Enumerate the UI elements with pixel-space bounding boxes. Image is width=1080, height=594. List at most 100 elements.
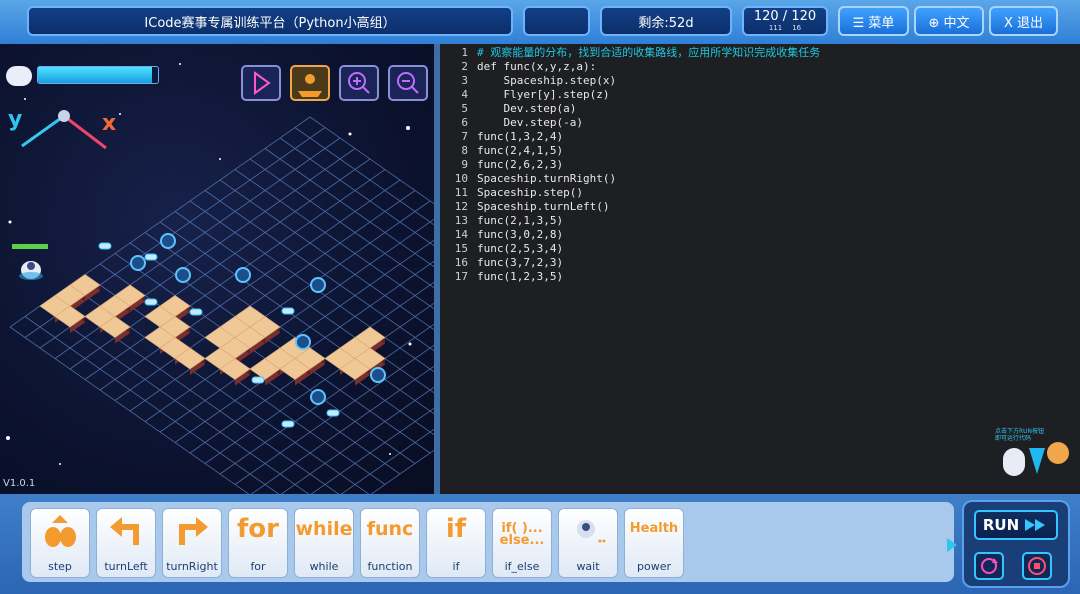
game-scene: y x V1.0.1: [0, 44, 434, 494]
block-icon: [31, 513, 89, 553]
line-number: 3: [461, 74, 468, 87]
energy-bar-fill: [38, 67, 152, 83]
line-number: 17: [454, 270, 468, 283]
energy-bar: [37, 66, 159, 84]
blank-panel: [523, 6, 590, 36]
energy-sub-b: 16: [792, 24, 802, 32]
line-number: 9: [461, 158, 468, 171]
block-step[interactable]: step: [30, 508, 90, 578]
code-editor[interactable]: 1 2 3 4 5 6 7 8 9 10 11 12 13 14 15 16 17 # 观察能量的分布，找到合适…: [440, 44, 1080, 494]
line-number: 10: [454, 172, 468, 185]
block-icon: [97, 513, 155, 553]
axis-y-label: y: [8, 107, 22, 132]
block-icon: for: [237, 514, 279, 544]
zoom-in-icon: [348, 72, 370, 94]
version-label: V1.0.1: [3, 478, 36, 489]
energy-gem: [175, 267, 191, 283]
block-label: function: [367, 560, 413, 573]
code-line[interactable]: func(3,7,2,3): [477, 256, 563, 270]
block-turnRight[interactable]: turnRight: [162, 508, 222, 578]
line-number: 8: [461, 144, 468, 157]
block-function[interactable]: func function: [360, 508, 420, 578]
exit-button[interactable]: X 退出: [989, 6, 1058, 36]
run-button[interactable]: RUN: [974, 510, 1058, 540]
energy-gem: [310, 389, 326, 405]
bottom-panel: step turnLeft turnRight for for while while fun…: [0, 494, 1080, 594]
flyer: [281, 420, 295, 428]
flyer: [326, 409, 340, 417]
arrow-down-icon: [1029, 448, 1045, 474]
block-for[interactable]: for for: [228, 508, 288, 578]
block-label: step: [48, 560, 72, 573]
line-number: 2: [461, 60, 468, 73]
code-line[interactable]: Spaceship.step(): [477, 186, 583, 200]
code-line[interactable]: func(1,3,2,4): [477, 130, 563, 144]
block-if-else[interactable]: if( )... else... if_else: [492, 508, 552, 578]
speed-button[interactable]: [241, 65, 281, 101]
energy-gem: [370, 367, 386, 383]
game-canvas: y x: [6, 63, 434, 494]
code-line[interactable]: Dev.step(a): [477, 102, 576, 116]
energy-gem: [310, 277, 326, 293]
block-if[interactable]: if if: [426, 508, 486, 578]
block-icon-secondary: else...: [499, 533, 545, 548]
block-label: power: [637, 560, 671, 573]
map-pin-icon: [298, 74, 322, 97]
code-line[interactable]: func(2,1,3,5): [477, 214, 563, 228]
block-icon: [163, 513, 221, 553]
energy-gem: [130, 255, 146, 271]
menu-button[interactable]: ☰ 菜单: [838, 6, 909, 36]
zoom-out-button[interactable]: [388, 65, 428, 101]
code-line[interactable]: func(2,4,1,5): [477, 144, 563, 158]
flyer: [251, 376, 265, 384]
block-label: for: [250, 560, 266, 573]
code-line[interactable]: # 观察能量的分布，找到合适的收集路线，应用所学知识完成收集任务: [477, 46, 820, 60]
stop-icon: [1028, 557, 1046, 575]
line-number: 14: [454, 228, 468, 241]
code-line[interactable]: func(1,2,3,5): [477, 270, 563, 284]
code-line[interactable]: Spaceship.turnLeft(): [477, 200, 609, 214]
flyer: [189, 308, 203, 316]
block-label: while: [309, 560, 339, 573]
line-gutter: 1 2 3 4 5 6 7 8 9 10 11 12 13 14 15 16 17: [440, 44, 474, 494]
energy-counter: 120 / 120 111 16: [742, 6, 828, 36]
code-line[interactable]: func(3,0,2,8): [477, 228, 563, 242]
block-label: if: [452, 560, 460, 573]
language-button[interactable]: ⊕ 中文: [914, 6, 984, 36]
flyer: [144, 253, 158, 261]
remaining-days: 剩余:52d: [600, 6, 732, 36]
fast-forward-icon: [1025, 519, 1046, 531]
bell-icon: [1047, 442, 1069, 464]
line-number: 5: [461, 102, 468, 115]
code-line[interactable]: Spaceship.turnRight(): [477, 172, 616, 186]
code-line[interactable]: func(2,5,3,4): [477, 242, 563, 256]
code-line[interactable]: Spaceship.step(x): [477, 74, 616, 88]
robot-icon: [1003, 448, 1025, 476]
axis-indicator: [21, 110, 107, 150]
refresh-icon: [981, 558, 998, 574]
block-icon: func: [366, 518, 414, 540]
code-line[interactable]: Dev.step(-a): [477, 116, 582, 130]
energy-gem: [160, 233, 176, 249]
code-line[interactable]: func(2,6,2,3): [477, 158, 563, 172]
top-bar: ICode赛事专属训练平台（Python小高组） 剩余:52d 120 / 12…: [0, 0, 1080, 44]
line-number: 16: [454, 256, 468, 269]
axis-x-label: x: [102, 111, 116, 136]
block-power[interactable]: Health power: [624, 508, 684, 578]
code-line[interactable]: def func(x,y,z,a):: [477, 60, 596, 74]
zoom-in-button[interactable]: [339, 65, 379, 101]
block-label: wait: [576, 560, 600, 573]
reset-button[interactable]: [974, 552, 1004, 580]
energy-gem: [235, 267, 251, 283]
energy-gem: [295, 334, 311, 350]
block-while[interactable]: while while: [294, 508, 354, 578]
stop-button[interactable]: [1022, 552, 1052, 580]
palette-arrow-icon[interactable]: [945, 536, 959, 554]
code-line[interactable]: Flyer[y].step(z): [477, 88, 609, 102]
zoom-out-icon: [397, 72, 419, 94]
block-turnLeft[interactable]: turnLeft: [96, 508, 156, 578]
map-button[interactable]: [290, 65, 330, 101]
block-wait[interactable]: wait: [558, 508, 618, 578]
line-number: 15: [454, 242, 468, 255]
block-label: turnRight: [166, 560, 218, 573]
